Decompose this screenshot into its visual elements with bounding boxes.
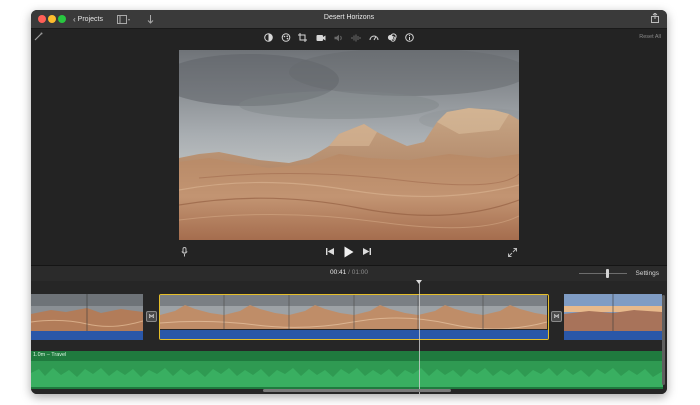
background-music-track[interactable]: 1.0m – Travel [31,351,663,389]
zoom-slider-track[interactable] [579,273,627,274]
projects-label: Projects [77,15,103,23]
clip-thumbnail-strip [160,295,548,330]
timeline-vertical-scrollbar[interactable] [662,295,665,385]
info-icon[interactable] [404,32,415,43]
timeline-horizontal-scrollbar[interactable] [263,389,451,392]
stabilization-icon[interactable] [315,32,326,43]
desert-landscape-image [179,50,519,240]
minimize-window-button[interactable] [48,15,56,23]
clip-audio-waveform [31,331,143,340]
magic-wand-icon[interactable] [34,32,43,43]
microphone-icon[interactable] [179,246,189,257]
clip-audio-waveform [160,330,548,339]
timeline: ⋈ ⋈ 1.0m – Travel [31,280,667,394]
current-time: 00:41 [330,269,347,276]
timecode-display: 00:41 / 01:00 [31,269,667,276]
import-arrow-icon[interactable] [147,13,154,25]
chevron-left-icon: ‹ [73,14,76,24]
title-bar: ‹ Projects Desert Horizons [31,10,667,29]
speed-icon[interactable] [368,32,379,43]
total-time: 01:00 [351,269,368,276]
play-icon[interactable] [343,245,355,258]
time-separator: / [348,269,350,276]
timecode-bar: 00:41 / 01:00 Settings [31,265,667,282]
video-viewer [179,50,519,240]
clip-thumbnail-strip [564,294,662,331]
transition-icon[interactable]: ⋈ [551,311,562,322]
reset-all-button[interactable]: Reset All [639,34,661,40]
adjustments-toolbar: Reset All [31,29,667,46]
clip-filter-icon[interactable] [386,32,397,43]
skip-forward-icon[interactable] [362,247,372,256]
close-window-button[interactable] [38,15,46,23]
color-correction-icon[interactable] [280,32,291,43]
maximize-window-button[interactable] [58,15,66,23]
projects-button[interactable]: ‹ Projects [73,13,103,25]
media-browser-icon[interactable] [117,13,131,25]
color-balance-icon[interactable] [263,32,274,43]
clip-thumbnail-strip [31,294,143,331]
transition-icon[interactable]: ⋈ [146,311,157,322]
selected-video-clip[interactable] [159,294,549,340]
video-clip[interactable] [564,294,662,340]
clip-audio-waveform [564,331,662,340]
volume-icon[interactable] [333,32,344,43]
playhead[interactable] [419,281,420,394]
crop-icon[interactable] [297,32,308,43]
timeline-settings-button[interactable]: Settings [636,270,660,277]
skip-back-icon[interactable] [325,247,335,256]
music-waveform [31,361,663,387]
zoom-slider-knob[interactable] [606,269,609,278]
video-clip[interactable] [31,294,143,340]
noise-reduction-icon[interactable] [350,32,361,43]
fullscreen-icon[interactable] [507,247,517,257]
music-track-label: 1.0m – Travel [33,352,67,358]
imovie-window: ‹ Projects Desert Horizons Reset All 00:… [31,10,667,394]
share-icon[interactable] [651,12,659,25]
